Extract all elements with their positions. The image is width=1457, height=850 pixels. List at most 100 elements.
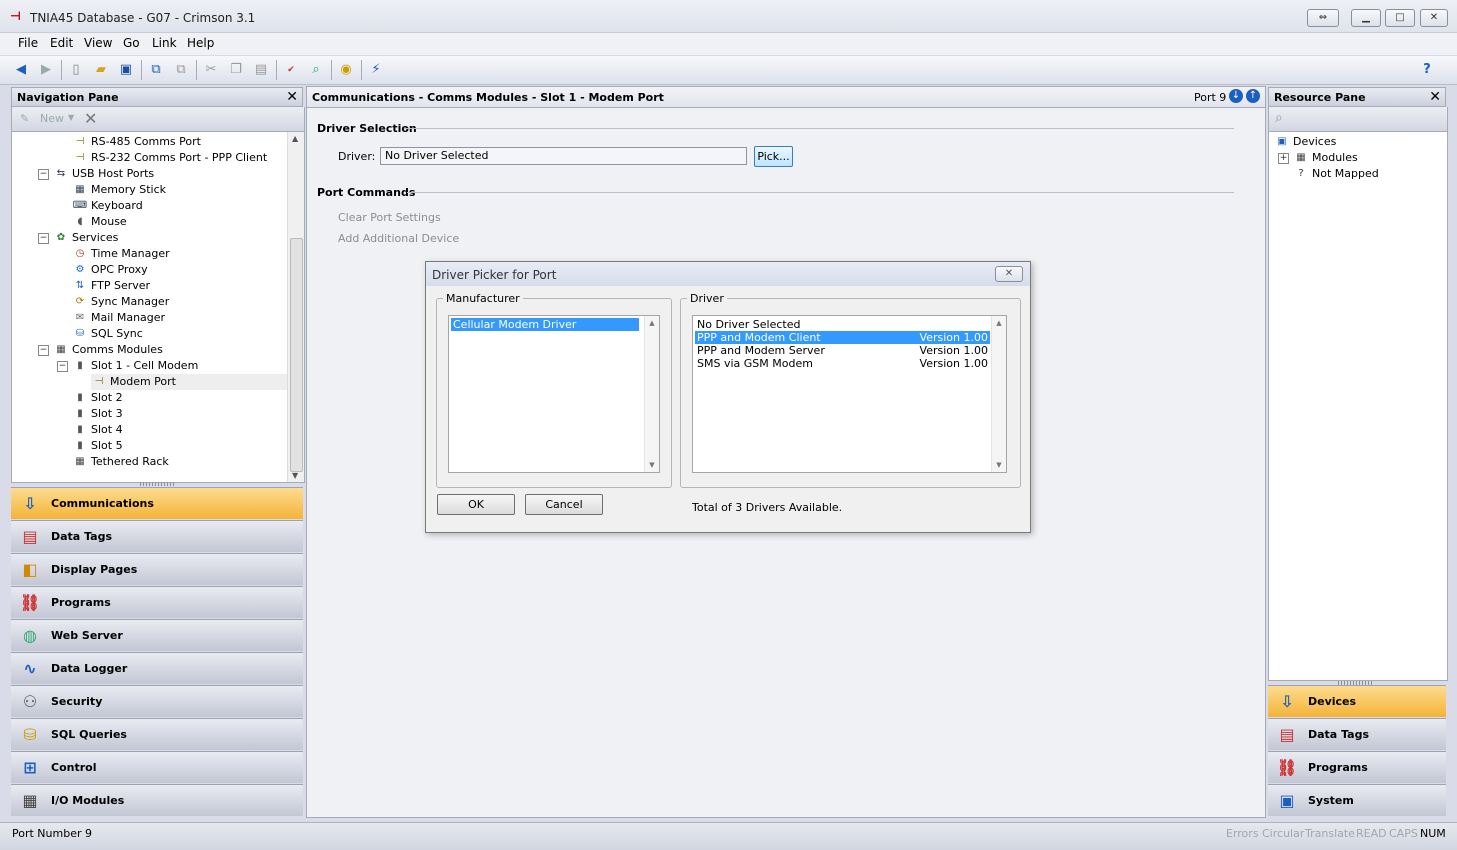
driver-item[interactable]: PPP and Modem Server Version 1.00 <box>695 344 990 357</box>
tree-item[interactable]: ◷ Time Manager <box>72 246 170 262</box>
tree-item[interactable]: ⌨ Keyboard <box>72 198 143 214</box>
help-icon[interactable]: ? <box>1418 61 1436 79</box>
dialog-close-icon[interactable]: ✕ <box>995 266 1023 282</box>
tree-item[interactable]: ▮ Slot 1 - Cell Modem <box>72 358 198 374</box>
maximize-button[interactable]: □ <box>1385 9 1415 27</box>
manufacturer-list[interactable]: Cellular Modem Driver ▲ ▼ <box>448 315 660 473</box>
menu-edit[interactable]: Edit <box>50 36 73 50</box>
clear-port-settings-link[interactable]: Clear Port Settings <box>338 211 441 224</box>
category-devices[interactable]: ⇩ Devices <box>1268 685 1446 717</box>
tree-item[interactable]: ◖ Mouse <box>72 214 126 230</box>
category-data-tags[interactable]: ▤ Data Tags <box>11 520 303 552</box>
expander-icon[interactable]: − <box>38 169 49 180</box>
add-additional-device-link[interactable]: Add Additional Device <box>338 232 459 245</box>
save-icon[interactable]: ▣ <box>117 61 135 79</box>
copy-icon[interactable]: ❐ <box>227 61 245 79</box>
tree-item[interactable]: ⇅ FTP Server <box>72 278 150 294</box>
scroll-thumb[interactable] <box>290 238 303 472</box>
tree-item[interactable]: ⟳ Sync Manager <box>72 294 169 310</box>
tree-item[interactable]: ⛁ SQL Sync <box>72 326 143 342</box>
category-security[interactable]: ⚇ Security <box>11 685 303 717</box>
scroll-down-icon[interactable]: ▼ <box>992 458 1006 472</box>
expander-icon[interactable]: − <box>38 345 49 356</box>
tree-item[interactable]: ▦ Tethered Rack <box>72 454 169 470</box>
link-icon[interactable]: ⚡ <box>367 61 385 79</box>
close-icon[interactable]: ✕ <box>1429 89 1441 105</box>
driver-item[interactable]: SMS via GSM Modem Version 1.00 <box>695 357 990 370</box>
paste-icon[interactable]: ▤ <box>252 61 270 79</box>
driver-item[interactable]: PPP and Modem Client Version 1.00 <box>695 331 990 344</box>
category-control[interactable]: ⊞ Control <box>11 751 303 783</box>
driver-scrollbar[interactable]: ▲ ▼ <box>991 316 1006 472</box>
forward-icon[interactable]: ▶ <box>37 61 55 79</box>
tree-item[interactable]: ⚙ OPC Proxy <box>72 262 148 278</box>
tree-item[interactable]: ▦ Comms Modules <box>53 342 163 358</box>
find-icon[interactable]: ⌕ <box>307 61 325 79</box>
import-icon[interactable]: ⧉ <box>147 61 165 79</box>
scroll-down-icon[interactable]: ▼ <box>292 471 298 480</box>
menu-go[interactable]: Go <box>123 36 140 50</box>
category-programs[interactable]: ⛓ Programs <box>11 586 303 618</box>
tree-item[interactable]: ▮ Slot 2 <box>72 390 122 406</box>
tree-item[interactable]: ? Not Mapped <box>1293 166 1378 182</box>
menu-link[interactable]: Link <box>152 36 177 50</box>
category-display-pages[interactable]: ◧ Display Pages <box>11 553 303 585</box>
tree-item[interactable]: ✿ Services <box>53 230 119 246</box>
category-data-logger[interactable]: ∿ Data Logger <box>11 652 303 684</box>
scroll-up-icon[interactable]: ▲ <box>992 316 1006 330</box>
close-icon[interactable]: ✕ <box>286 89 298 105</box>
nav-splitter[interactable] <box>140 482 176 486</box>
cancel-button[interactable]: Cancel <box>525 494 603 515</box>
tree-item[interactable]: ▮ Slot 4 <box>72 422 122 438</box>
arrow-up-icon[interactable]: ↑ <box>1246 89 1260 103</box>
scroll-up-icon[interactable]: ▲ <box>645 316 659 330</box>
delete-icon[interactable]: ✕ <box>84 109 97 128</box>
pick-button[interactable]: Pick... <box>754 146 793 167</box>
tree-item[interactable]: ✉ Mail Manager <box>72 310 165 326</box>
ok-button[interactable]: OK <box>437 494 515 515</box>
tree-item[interactable]: ▮ Slot 5 <box>72 438 122 454</box>
cut-icon[interactable]: ✂ <box>202 61 220 79</box>
back-icon[interactable]: ◀ <box>12 61 30 79</box>
category-sql-queries[interactable]: ⛁ SQL Queries <box>11 718 303 750</box>
expander-icon[interactable]: − <box>57 361 68 372</box>
category-web-server[interactable]: ◍ Web Server <box>11 619 303 651</box>
expander-icon[interactable]: − <box>38 233 49 244</box>
tree-item[interactable]: ▦ Modules <box>1293 150 1357 166</box>
new-file-icon[interactable]: ▯ <box>67 61 85 79</box>
tree-item[interactable]: ⊣ Modem Port <box>91 374 301 390</box>
translate-icon[interactable]: ◉ <box>337 61 355 79</box>
check-spelling-icon[interactable]: ✔ <box>282 61 300 79</box>
menu-help[interactable]: Help <box>187 36 214 50</box>
driver-list[interactable]: No Driver Selected PPP and Modem Client Ve… <box>692 315 1007 473</box>
new-button[interactable]: New <box>40 112 64 125</box>
expander-icon[interactable]: + <box>1278 153 1289 164</box>
new-icon[interactable]: ✎ <box>20 112 29 125</box>
category-data-tags[interactable]: ▤ Data Tags <box>1268 718 1446 750</box>
restore-alt-button[interactable]: ⇔ <box>1307 9 1339 27</box>
minimize-button[interactable]: ▁ <box>1351 9 1381 27</box>
menu-file[interactable]: File <box>18 36 38 50</box>
category-programs[interactable]: ⛓ Programs <box>1268 751 1446 783</box>
chevron-down-icon[interactable]: ▼ <box>68 113 74 122</box>
scroll-down-icon[interactable]: ▼ <box>645 458 659 472</box>
scroll-up-icon[interactable]: ▲ <box>292 134 298 143</box>
close-button[interactable]: ✕ <box>1420 9 1448 27</box>
tree-item[interactable]: ▮ Slot 3 <box>72 406 122 422</box>
tree-item[interactable]: ⊣ RS-232 Comms Port - PPP Client <box>72 150 268 166</box>
open-folder-icon[interactable]: ▰ <box>92 61 110 79</box>
menu-view[interactable]: View <box>84 36 112 50</box>
export-icon[interactable]: ⧉ <box>172 61 190 79</box>
tree-item[interactable]: ▣ Devices <box>1274 134 1336 150</box>
nav-scrollbar[interactable]: ▲ ▼ <box>287 132 304 482</box>
manufacturer-item[interactable]: Cellular Modem Driver <box>451 318 639 331</box>
tree-item[interactable]: ▦ Memory Stick <box>72 182 166 198</box>
tree-item[interactable]: ⇆ USB Host Ports <box>53 166 154 182</box>
driver-item[interactable]: No Driver Selected <box>695 318 990 331</box>
tree-item[interactable]: ⊣ RS-485 Comms Port <box>72 134 201 150</box>
category-i-o-modules[interactable]: ▦ I/O Modules <box>11 784 303 816</box>
category-communications[interactable]: ⇩ Communications <box>11 487 303 519</box>
category-system[interactable]: ▣ System <box>1268 784 1446 816</box>
search-icon[interactable]: ⌕ <box>1275 110 1283 126</box>
arrow-down-icon[interactable]: ↓ <box>1229 89 1243 103</box>
